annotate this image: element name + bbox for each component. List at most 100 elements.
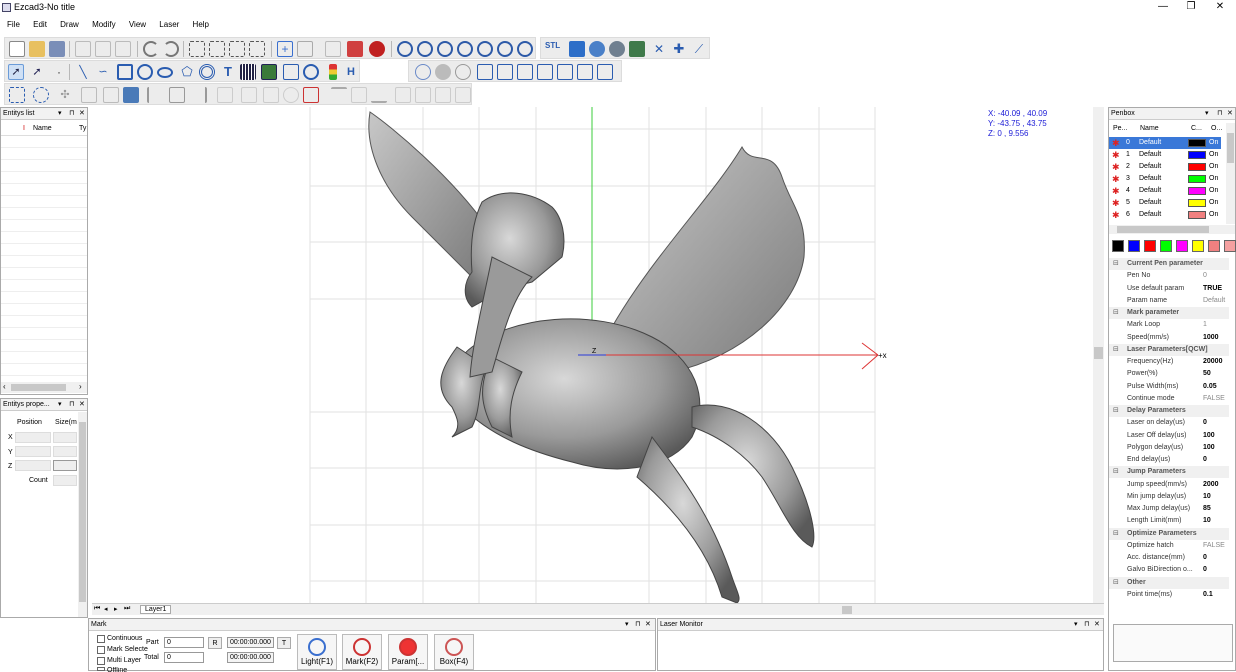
same-size-icon[interactable] bbox=[435, 87, 451, 103]
param-value[interactable]: 0 bbox=[1203, 270, 1207, 282]
panel-menu-icon[interactable]: ▾ bbox=[58, 399, 62, 411]
combine-icon[interactable] bbox=[33, 87, 49, 103]
color-swatch[interactable] bbox=[1128, 240, 1140, 252]
color-swatch[interactable] bbox=[1160, 240, 1172, 252]
param-row[interactable]: Pen No 0 bbox=[1109, 270, 1229, 282]
param-row[interactable]: Acc. distance(mm) 0 bbox=[1109, 552, 1229, 564]
scroll-thumb[interactable] bbox=[79, 422, 86, 602]
part-field[interactable] bbox=[164, 637, 204, 648]
panel-close-icon[interactable]: ✕ bbox=[79, 399, 85, 411]
hatch-icon[interactable]: H bbox=[343, 64, 359, 80]
param-button[interactable]: Param[... bbox=[388, 634, 428, 670]
pen-row[interactable]: ✱ 2 Default On bbox=[1109, 161, 1221, 173]
order-icon[interactable] bbox=[455, 87, 471, 103]
zoom-selection-icon[interactable] bbox=[497, 41, 513, 57]
pen-color-swatch[interactable] bbox=[1188, 163, 1206, 171]
light-button[interactable]: Light(F1) bbox=[297, 634, 337, 670]
collapse-icon[interactable]: ⊟ bbox=[1113, 577, 1119, 589]
param-value[interactable]: 1 bbox=[1203, 319, 1207, 331]
param-row[interactable]: Frequency(Hz) 20000 bbox=[1109, 356, 1229, 368]
param-row[interactable]: Param name Default bbox=[1109, 295, 1229, 307]
view-back-icon[interactable] bbox=[497, 64, 513, 80]
color-swatch[interactable] bbox=[1224, 240, 1236, 252]
continuous-checkbox[interactable] bbox=[97, 635, 105, 643]
param-value[interactable]: 0 bbox=[1203, 454, 1207, 466]
canvas-drawing[interactable]: Z +x bbox=[92, 107, 1093, 603]
menu-help[interactable]: Help bbox=[189, 16, 213, 33]
zoom-in-plus-icon[interactable] bbox=[437, 41, 453, 57]
pen-row[interactable]: ✱ 3 Default On bbox=[1109, 173, 1221, 185]
collapse-icon[interactable]: ⊟ bbox=[1113, 405, 1119, 417]
param-value[interactable]: 0 bbox=[1203, 564, 1207, 576]
zoom-icon[interactable] bbox=[397, 41, 413, 57]
rectangle-icon[interactable] bbox=[117, 64, 133, 80]
copy-icon[interactable] bbox=[95, 41, 111, 57]
panel-close-icon[interactable]: ✕ bbox=[1227, 108, 1233, 120]
pen-on[interactable]: On bbox=[1209, 149, 1218, 161]
io-input-icon[interactable] bbox=[329, 64, 337, 80]
paste-icon[interactable] bbox=[115, 41, 131, 57]
param-value[interactable]: Default bbox=[1203, 295, 1225, 307]
param-value[interactable]: 10 bbox=[1203, 491, 1211, 503]
menu-view[interactable]: View bbox=[125, 16, 150, 33]
drawing-canvas[interactable]: Z +x X: -40.09 , 40.09 Y: -43.75 , 43.75… bbox=[92, 107, 1093, 603]
pen-row[interactable]: ✱ 5 Default On bbox=[1109, 197, 1221, 209]
vector-import-icon[interactable] bbox=[283, 64, 299, 80]
add-icon[interactable]: + bbox=[277, 41, 293, 57]
size-y-field[interactable] bbox=[53, 446, 77, 457]
rotate-icon[interactable] bbox=[283, 87, 299, 103]
pen-color-swatch[interactable] bbox=[1188, 211, 1206, 219]
menu-modify[interactable]: Modify bbox=[88, 16, 120, 33]
param-row[interactable]: Continue mode FALSE bbox=[1109, 393, 1229, 405]
color-swatch[interactable] bbox=[1192, 240, 1204, 252]
outline-icon[interactable] bbox=[455, 64, 471, 80]
col-name[interactable]: Name bbox=[33, 125, 52, 132]
view-top-icon[interactable] bbox=[557, 64, 573, 80]
tools-icon[interactable] bbox=[347, 41, 363, 57]
pen-on[interactable]: On bbox=[1209, 173, 1218, 185]
size-z-field[interactable] bbox=[53, 460, 77, 471]
panel-menu-icon[interactable]: ▾ bbox=[625, 619, 629, 631]
entity-list-hscroll[interactable]: ‹ › bbox=[1, 382, 87, 393]
collapse-icon[interactable]: ⊟ bbox=[1113, 466, 1119, 478]
zoom-window-icon[interactable] bbox=[517, 41, 533, 57]
color-swatch[interactable] bbox=[1144, 240, 1156, 252]
color-swatch[interactable] bbox=[1176, 240, 1188, 252]
break-icon[interactable]: ✣ bbox=[57, 87, 73, 103]
param-value[interactable]: 100 bbox=[1203, 430, 1215, 442]
mark-button[interactable]: Mark(F2) bbox=[342, 634, 382, 670]
zoom-in-icon[interactable] bbox=[417, 41, 433, 57]
panel-pin-icon[interactable]: ⊓ bbox=[1084, 619, 1089, 631]
shaded-icon[interactable] bbox=[435, 64, 451, 80]
axis-icon[interactable]: ✕ bbox=[651, 41, 667, 57]
param-row[interactable]: Polygon delay(us) 100 bbox=[1109, 442, 1229, 454]
size-x-field[interactable] bbox=[53, 432, 77, 443]
param-row[interactable]: Max Jump delay(us) 85 bbox=[1109, 503, 1229, 515]
view-left-icon[interactable] bbox=[517, 64, 533, 80]
param-row[interactable]: Length Limit(mm) 10 bbox=[1109, 515, 1229, 527]
param-row[interactable]: Jump speed(mm/s) 2000 bbox=[1109, 479, 1229, 491]
model-icon[interactable] bbox=[569, 41, 585, 57]
line-icon[interactable]: ╲ bbox=[75, 64, 91, 80]
open-folder-icon[interactable] bbox=[29, 41, 45, 57]
panel-close-icon[interactable]: ✕ bbox=[645, 619, 651, 631]
collapse-icon[interactable]: ⊟ bbox=[1113, 307, 1119, 319]
param-value[interactable]: 10 bbox=[1203, 515, 1211, 527]
scroll-thumb[interactable] bbox=[1094, 347, 1103, 359]
lock-icon[interactable] bbox=[81, 87, 97, 103]
panel-menu-icon[interactable]: ▾ bbox=[1074, 619, 1078, 631]
pos-x-field[interactable] bbox=[15, 432, 51, 443]
pen-color-swatch[interactable] bbox=[1188, 175, 1206, 183]
invert-select-icon[interactable] bbox=[229, 41, 245, 57]
time-button[interactable]: T bbox=[277, 637, 291, 649]
new-file-icon[interactable] bbox=[9, 41, 25, 57]
group-select-icon[interactable] bbox=[209, 41, 225, 57]
param-value[interactable]: 85 bbox=[1203, 503, 1211, 515]
array-icon[interactable] bbox=[325, 41, 341, 57]
pen-row[interactable]: ✱ 4 Default On bbox=[1109, 185, 1221, 197]
param-value[interactable]: 0.05 bbox=[1203, 381, 1217, 393]
param-row[interactable]: Laser on delay(us) 0 bbox=[1109, 417, 1229, 429]
col-type[interactable]: Ty bbox=[79, 125, 86, 132]
scroll-left-icon[interactable]: ‹ bbox=[3, 382, 6, 391]
box-button[interactable]: Box(F4) bbox=[434, 634, 474, 670]
